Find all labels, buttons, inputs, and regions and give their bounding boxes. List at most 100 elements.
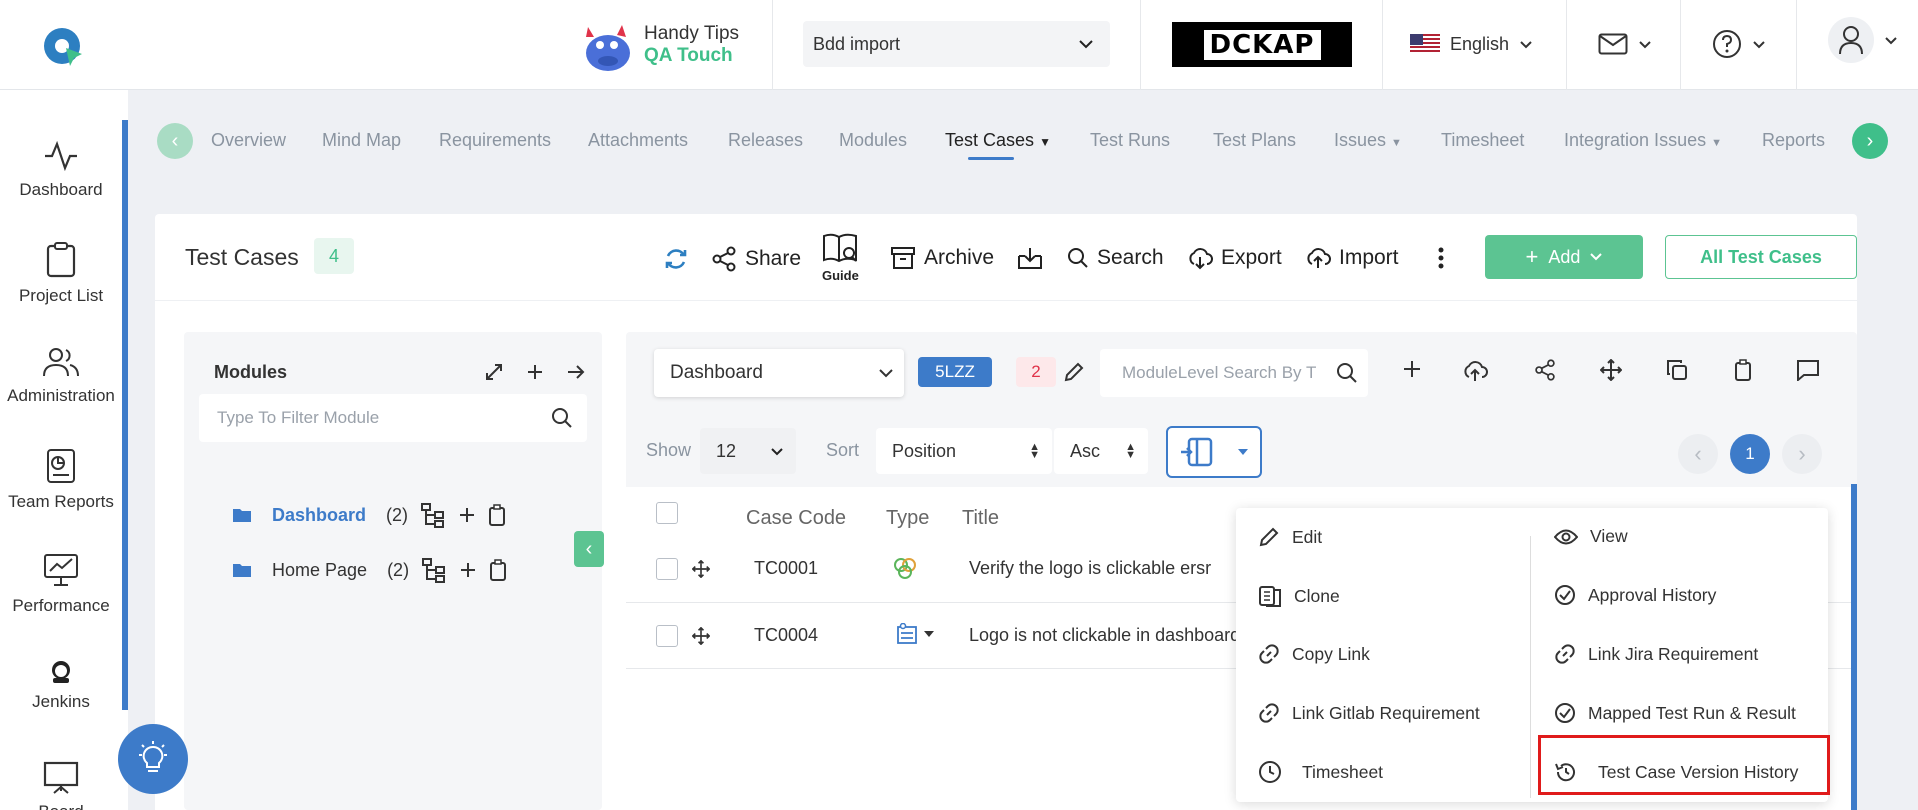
guide-button[interactable]: Guide xyxy=(822,232,859,283)
column-header-title[interactable]: Title xyxy=(962,507,999,530)
prev-page-button[interactable]: ‹ xyxy=(1678,434,1718,474)
share-icon[interactable] xyxy=(1534,359,1556,381)
show-label: Show xyxy=(646,440,692,460)
plus-icon[interactable] xyxy=(458,506,476,524)
plus-icon[interactable] xyxy=(459,561,477,579)
menu-item-link-jira-requirement[interactable]: Link Jira Requirement xyxy=(1554,643,1758,665)
tab-issues[interactable]: Issues ▼ xyxy=(1334,130,1402,151)
next-page-button[interactable]: › xyxy=(1782,434,1822,474)
tab-test-runs[interactable]: Test Runs xyxy=(1090,130,1170,151)
comment-icon[interactable] xyxy=(1796,359,1820,381)
row-checkbox[interactable] xyxy=(656,625,678,647)
tab-test-plans[interactable]: Test Plans xyxy=(1213,130,1296,151)
column-header-case-code[interactable]: Case Code xyxy=(746,507,846,530)
tab-releases[interactable]: Releases xyxy=(728,130,803,151)
current-page-button[interactable]: 1 xyxy=(1730,434,1770,474)
expand-icon[interactable] xyxy=(484,362,504,382)
menu-item-clone[interactable]: Clone xyxy=(1258,584,1340,608)
clipboard-delete-icon[interactable] xyxy=(488,504,506,526)
clipboard-delete-icon[interactable] xyxy=(489,559,507,581)
page-size-select[interactable]: 12 xyxy=(700,428,796,474)
select-all-checkbox[interactable] xyxy=(656,502,678,524)
link-icon xyxy=(1555,644,1575,664)
case-code[interactable]: TC0004 xyxy=(754,625,818,646)
module-select[interactable]: Dashboard xyxy=(654,349,904,397)
download-archive-button[interactable] xyxy=(1017,246,1043,270)
share-button[interactable]: Share xyxy=(711,246,801,272)
case-code[interactable]: TC0001 xyxy=(754,558,818,579)
tab-modules[interactable]: Modules xyxy=(839,130,907,151)
menu-item-timesheet[interactable]: Timesheet xyxy=(1258,760,1383,784)
scrollbar[interactable] xyxy=(1851,484,1857,810)
handy-tips-promo[interactable]: Handy Tips QA Touch xyxy=(578,12,758,78)
tab-reports[interactable]: Reports xyxy=(1762,130,1825,151)
sidebar-item-project-list[interactable]: Project List xyxy=(0,242,122,306)
tab-requirements[interactable]: Requirements xyxy=(439,130,551,151)
sidebar-item-board[interactable]: Board xyxy=(0,760,122,810)
export-button[interactable]: Export xyxy=(1187,246,1282,270)
menu-item-edit[interactable]: Edit xyxy=(1258,526,1322,548)
app-logo-icon[interactable] xyxy=(40,22,88,70)
tab-overview[interactable]: Overview xyxy=(211,130,286,151)
tab-test-cases[interactable]: Test Cases ▼ xyxy=(945,130,1051,151)
case-title[interactable]: Verify the logo is clickable ersr xyxy=(969,558,1211,579)
sidebar-item-jenkins[interactable]: Jenkins xyxy=(0,660,122,712)
all-test-cases-button[interactable]: All Test Cases xyxy=(1665,235,1857,279)
search-button[interactable]: Search xyxy=(1067,246,1164,270)
tips-button[interactable] xyxy=(118,724,188,794)
menu-item-view[interactable]: View xyxy=(1554,526,1628,547)
add-button[interactable]: + Add xyxy=(1485,235,1643,279)
tab-timesheet[interactable]: Timesheet xyxy=(1441,130,1524,151)
sort-field-select[interactable]: Position ▲ ▼ xyxy=(876,428,1052,474)
case-title[interactable]: Logo is not clickable in dashboard xyxy=(969,625,1240,646)
sidebar-item-administration[interactable]: Administration xyxy=(0,346,122,406)
import-button[interactable]: Import xyxy=(1305,246,1399,270)
drag-handle-icon[interactable] xyxy=(692,627,710,645)
plus-icon[interactable] xyxy=(1402,359,1422,379)
arrow-right-icon[interactable] xyxy=(566,363,586,381)
chevron-down-icon xyxy=(1753,40,1765,48)
user-menu[interactable] xyxy=(1828,17,1898,63)
sidebar-item-team-reports[interactable]: Team Reports xyxy=(0,448,122,512)
menu-item-link-gitlab-requirement[interactable]: Link Gitlab Requirement xyxy=(1258,702,1480,724)
menu-item-copy-link[interactable]: Copy Link xyxy=(1258,643,1370,665)
refresh-button[interactable] xyxy=(663,246,689,272)
menu-item-approval-history[interactable]: Approval History xyxy=(1554,584,1716,606)
sort-order-select[interactable]: Asc ▲ ▼ xyxy=(1054,428,1148,474)
tab-attachments[interactable]: Attachments xyxy=(588,130,688,151)
column-header-type[interactable]: Type xyxy=(886,507,929,530)
project-select[interactable]: Bdd import xyxy=(803,21,1110,67)
type-select[interactable] xyxy=(896,623,934,645)
tree-icon[interactable] xyxy=(421,557,447,583)
edit-icon[interactable] xyxy=(1063,361,1085,383)
left-sidebar: Dashboard Project List Administration Te… xyxy=(0,90,128,810)
mail-menu[interactable] xyxy=(1598,24,1652,64)
collapse-modules-button[interactable]: ‹ xyxy=(574,531,604,567)
column-layout-button[interactable] xyxy=(1166,426,1262,478)
module-select-value: Dashboard xyxy=(670,362,763,383)
module-filter-input[interactable]: Type To Filter Module xyxy=(199,394,587,442)
row-checkbox[interactable] xyxy=(656,558,678,580)
move-icon[interactable] xyxy=(1600,359,1622,381)
sidebar-item-dashboard[interactable]: Dashboard xyxy=(0,140,122,200)
copy-icon[interactable] xyxy=(1666,359,1688,381)
tab-mind-map[interactable]: Mind Map xyxy=(322,130,401,151)
cloud-upload-icon[interactable] xyxy=(1462,359,1488,383)
module-level-search-input[interactable]: ModuleLevel Search By T xyxy=(1100,349,1368,397)
sort-arrows-icon: ▲ ▼ xyxy=(1125,441,1136,461)
plus-icon[interactable] xyxy=(526,363,544,381)
module-item-dashboard[interactable]: Dashboard (2) xyxy=(232,500,506,530)
module-item-home-page[interactable]: Home Page (2) xyxy=(232,555,507,585)
menu-item-mapped-test-run-result[interactable]: Mapped Test Run & Result xyxy=(1554,702,1796,724)
tab-integration-issues[interactable]: Integration Issues ▼ xyxy=(1564,130,1722,151)
drag-handle-icon[interactable] xyxy=(692,560,710,578)
tabs-scroll-left-button[interactable]: ‹ xyxy=(157,123,193,159)
more-options-button[interactable] xyxy=(1437,246,1445,270)
tree-icon[interactable] xyxy=(420,502,446,528)
clipboard-delete-icon[interactable] xyxy=(1734,359,1752,381)
sidebar-item-performance[interactable]: Performance xyxy=(0,552,122,616)
language-select[interactable]: English xyxy=(1410,24,1533,64)
archive-button[interactable]: Archive xyxy=(890,246,994,270)
help-menu[interactable] xyxy=(1712,24,1766,64)
tabs-scroll-right-button[interactable]: › xyxy=(1852,123,1888,159)
